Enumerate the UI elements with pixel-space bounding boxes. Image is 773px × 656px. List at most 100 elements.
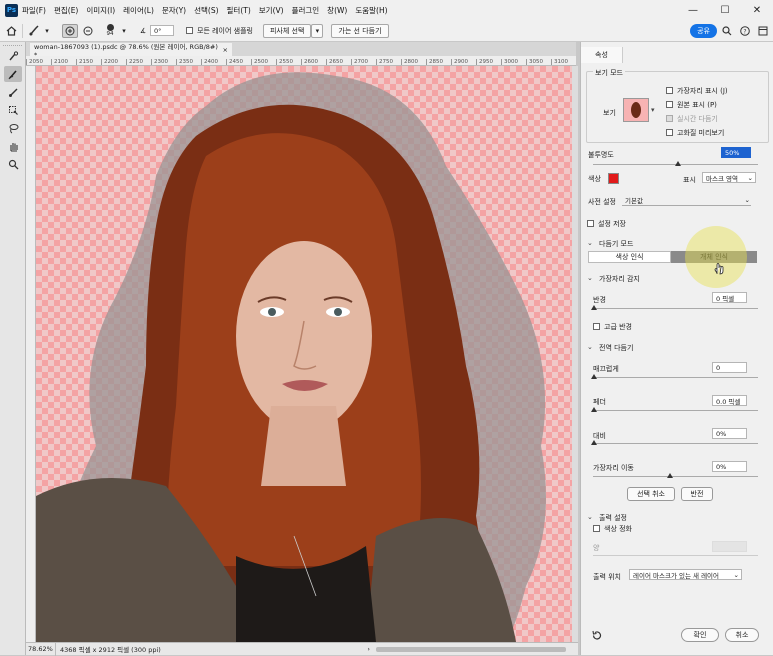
menu-edit[interactable]: 편집(E) [54, 5, 78, 16]
feather-slider[interactable] [593, 410, 758, 411]
smooth-slider[interactable] [593, 377, 758, 378]
home-icon[interactable] [0, 24, 22, 38]
menu-type[interactable]: 문자(Y) [162, 5, 186, 16]
menu-file[interactable]: 파일(F) [22, 5, 46, 16]
help-icon[interactable]: ? [737, 24, 753, 38]
realtime-label: 실시간 다듬기 [677, 115, 718, 123]
shift-edge-input[interactable]: 0% [712, 461, 747, 472]
zoom-icon[interactable] [4, 156, 22, 172]
feather-input[interactable]: 0.0 픽셀 [712, 395, 747, 406]
vertical-scrollbar[interactable] [572, 66, 578, 642]
ruler-mark: 2700 [351, 59, 376, 65]
hq-preview-checkbox[interactable] [666, 129, 673, 136]
tools-panel [0, 42, 26, 655]
cancel-button[interactable]: 취소 [725, 628, 759, 642]
refine-edge-brush-icon[interactable] [4, 66, 22, 82]
document-canvas[interactable] [36, 66, 572, 642]
radius-slider[interactable] [593, 308, 758, 309]
menu-help[interactable]: 도움말(H) [355, 5, 387, 16]
amount-label: 양 [593, 544, 600, 552]
refine-mode-chevron-icon[interactable]: ⌄ [587, 239, 593, 247]
menu-view[interactable]: 보기(V) [259, 5, 284, 16]
radius-slider-knob[interactable] [591, 305, 597, 310]
lasso-icon[interactable] [4, 120, 22, 136]
decontaminate-checkbox[interactable] [593, 525, 600, 532]
view-mode-chevron-icon[interactable]: ▾ [651, 106, 655, 114]
ruler-mark: 2300 [151, 59, 176, 65]
tab-properties[interactable]: 속성 [581, 47, 623, 63]
opacity-slider-knob[interactable] [674, 161, 681, 166]
quick-selection-icon[interactable] [4, 48, 22, 64]
document-tab[interactable]: woman-1867093 (1).psdc @ 78.6% (원본 레이어, … [30, 43, 232, 59]
mask-color-swatch[interactable] [608, 173, 619, 184]
select-subject-button[interactable]: 피사체 선택 [262, 23, 312, 38]
select-subject-dropdown[interactable]: ▾ [311, 23, 324, 38]
ok-button[interactable]: 확인 [681, 628, 719, 642]
shift-edge-slider[interactable] [593, 476, 758, 477]
feather-slider-knob[interactable] [591, 407, 597, 412]
refine-brush-icon[interactable] [22, 23, 44, 38]
contrast-slider-knob[interactable] [591, 440, 597, 445]
tab-close-icon[interactable]: × [223, 46, 232, 54]
svg-text:?: ? [743, 28, 746, 35]
show-edge-checkbox[interactable] [666, 87, 673, 94]
opacity-label: 불투명도 [588, 151, 614, 159]
contrast-slider[interactable] [593, 443, 758, 444]
radius-input[interactable]: 0 픽셀 [712, 292, 747, 303]
ruler-mark: 2550 [276, 59, 301, 65]
output-settings-chevron-icon[interactable]: ⌄ [587, 513, 593, 521]
smart-radius-checkbox[interactable] [593, 323, 600, 330]
deselect-button[interactable]: 선택 취소 [627, 487, 675, 501]
mode-color-aware-button[interactable]: 색상 인식 [588, 251, 671, 263]
sample-all-layers-checkbox[interactable] [186, 27, 193, 34]
shift-edge-slider-knob[interactable] [667, 473, 673, 478]
menu-window[interactable]: 창(W) [327, 5, 347, 16]
shift-edge-label: 가장자리 이동 [593, 464, 634, 472]
feather-label: 페더 [593, 398, 606, 406]
save-settings-checkbox[interactable] [587, 220, 594, 227]
invert-button[interactable]: 반전 [681, 487, 713, 501]
display-chevron-icon: ⌄ [747, 173, 753, 182]
photo-preview [36, 72, 546, 642]
preset-dropdown[interactable]: 기본값 ⌄ [622, 195, 751, 206]
hand-cursor-icon [713, 261, 725, 277]
menu-filter[interactable]: 필터(T) [227, 5, 251, 16]
workspace-icon[interactable] [753, 24, 773, 38]
menu-image[interactable]: 이미지(I) [86, 5, 115, 16]
output-to-dropdown[interactable]: 레이어 마스크가 있는 새 레이어 ⌄ [629, 569, 742, 580]
horizontal-scrollbar[interactable] [376, 646, 566, 652]
brush-icon[interactable] [4, 84, 22, 100]
close-button[interactable]: ✕ [741, 0, 773, 20]
contrast-input[interactable]: 0% [712, 428, 747, 439]
brush-size-picker[interactable]: 94 [100, 23, 120, 38]
maximize-button[interactable]: ☐ [709, 0, 741, 20]
ruler-mark: 2650 [326, 59, 351, 65]
zoom-field[interactable]: 78.62% [26, 642, 56, 656]
menu-select[interactable]: 선택(S) [194, 5, 218, 16]
brush-chevron-icon[interactable]: ▾ [120, 24, 128, 38]
ruler-mark: 3100 [551, 59, 576, 65]
global-refine-chevron-icon[interactable]: ⌄ [587, 343, 593, 351]
reset-icon[interactable] [591, 630, 602, 643]
chevron-down-icon[interactable]: ▾ [44, 24, 50, 38]
show-original-checkbox[interactable] [666, 101, 673, 108]
smooth-input[interactable]: 0 [712, 362, 747, 373]
smooth-slider-knob[interactable] [591, 374, 597, 379]
menu-layer[interactable]: 레이어(L) [123, 5, 154, 16]
angle-input[interactable]: 0° [150, 25, 174, 36]
search-icon[interactable] [717, 24, 737, 38]
add-to-selection-icon[interactable] [62, 23, 78, 38]
subtract-from-selection-icon[interactable] [80, 24, 96, 38]
menu-plugins[interactable]: 플러그인 [292, 5, 320, 16]
menu-bar: Ps 파일(F) 편집(E) 이미지(I) 레이어(L) 문자(Y) 선택(S)… [0, 0, 773, 20]
edge-detect-chevron-icon[interactable]: ⌄ [587, 274, 593, 282]
refine-hair-button[interactable]: 가는 선 다듬기 [331, 23, 389, 38]
status-chevron-icon[interactable]: › [367, 645, 370, 653]
view-mode-thumbnail[interactable] [623, 98, 649, 122]
share-button[interactable]: 공유 [690, 23, 717, 38]
hand-icon[interactable] [4, 138, 22, 154]
minimize-button[interactable]: — [677, 0, 709, 20]
display-dropdown[interactable]: 마스크 영역 ⌄ [702, 172, 756, 183]
object-selection-icon[interactable] [4, 102, 22, 118]
opacity-input[interactable]: 50% [721, 147, 751, 158]
